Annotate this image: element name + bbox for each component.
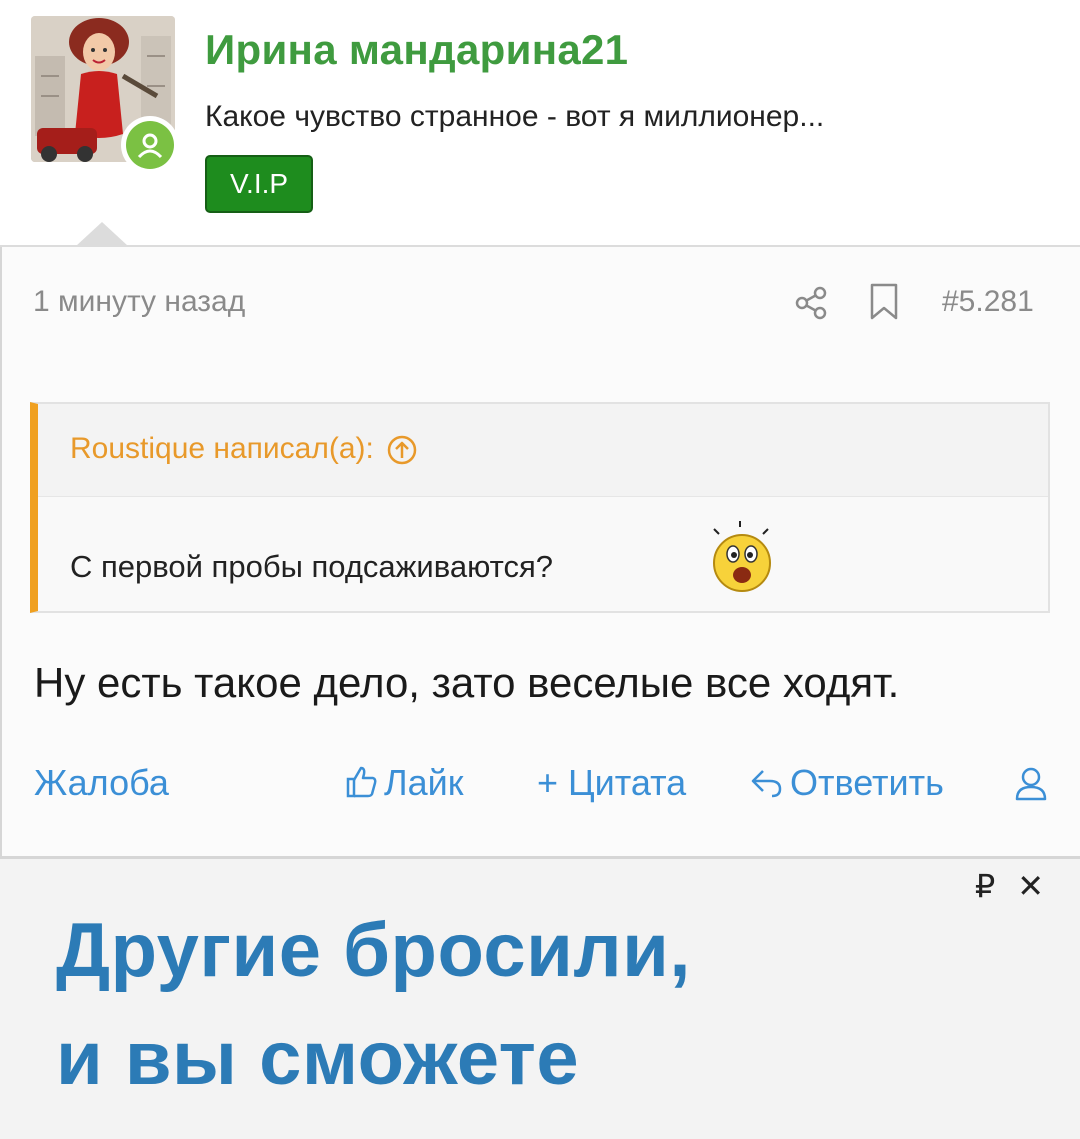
user-online-icon [126,121,174,169]
ad-headline-line1[interactable]: Другие бросили, [56,907,691,994]
post-timestamp[interactable]: 1 минуту назад [33,285,245,319]
ad-currency-icon[interactable]: ₽ [975,868,995,904]
thumbs-up-icon [346,766,377,798]
quote-text: С первой пробы подсаживаются? [70,549,554,584]
reply-label[interactable]: Ответить [790,762,944,803]
header-pointer-arrow [76,222,128,246]
jump-to-quote-icon[interactable] [386,434,418,466]
bookmark-icon[interactable] [868,283,900,321]
share-icon[interactable] [794,285,830,321]
like-button[interactable]: Лайк [344,762,464,804]
ad-headline-line2[interactable]: и вы сможете [56,1015,579,1102]
post-actions-bar: Жалоба Лайк + Цитата Ответить [2,752,1080,812]
forum-post: 1 минуту назад #5.281 Roustique написал(… [2,247,1080,858]
ad-controls: ₽ ✕ [953,867,1044,905]
post-author-header: Ирина мандарина21 Какое чувство странное… [0,0,1080,246]
shocked-smiley-icon [706,517,786,597]
quote-button[interactable]: + Цитата [537,762,686,804]
ad-close-icon[interactable]: ✕ [1017,868,1044,904]
author-user-title: Какое чувство странное - вот я миллионер… [205,100,825,133]
quote-header: Roustique написал(а): [38,404,1048,497]
advertisement-banner[interactable]: ₽ ✕ Другие бросили, и вы сможете [0,859,1080,1139]
user-menu-button[interactable] [1014,766,1048,811]
reply-arrow-icon [751,770,782,798]
online-status-badge [121,116,179,174]
reply-button[interactable]: Ответить [750,762,944,804]
like-label[interactable]: Лайк [384,762,464,803]
quote-block: Roustique написал(а): С первой пробы под… [30,402,1050,613]
vip-badge: V.I.P [205,155,313,213]
user-icon [1015,767,1047,801]
quote-body: С первой пробы подсаживаются? [38,497,1048,611]
quote-author-text[interactable]: Roustique написал(а): [70,432,374,465]
post-message: Ну есть такое дело, зато веселые все ход… [34,659,900,706]
quote-author-line[interactable]: Roustique написал(а): [70,432,418,466]
report-label[interactable]: Жалоба [34,762,169,803]
post-number-link[interactable]: #5.281 [942,285,1034,319]
report-button[interactable]: Жалоба [34,762,169,804]
author-avatar-wrapper[interactable] [31,16,179,174]
quote-label[interactable]: + Цитата [537,762,686,803]
author-username[interactable]: Ирина мандарина21 [205,26,628,74]
